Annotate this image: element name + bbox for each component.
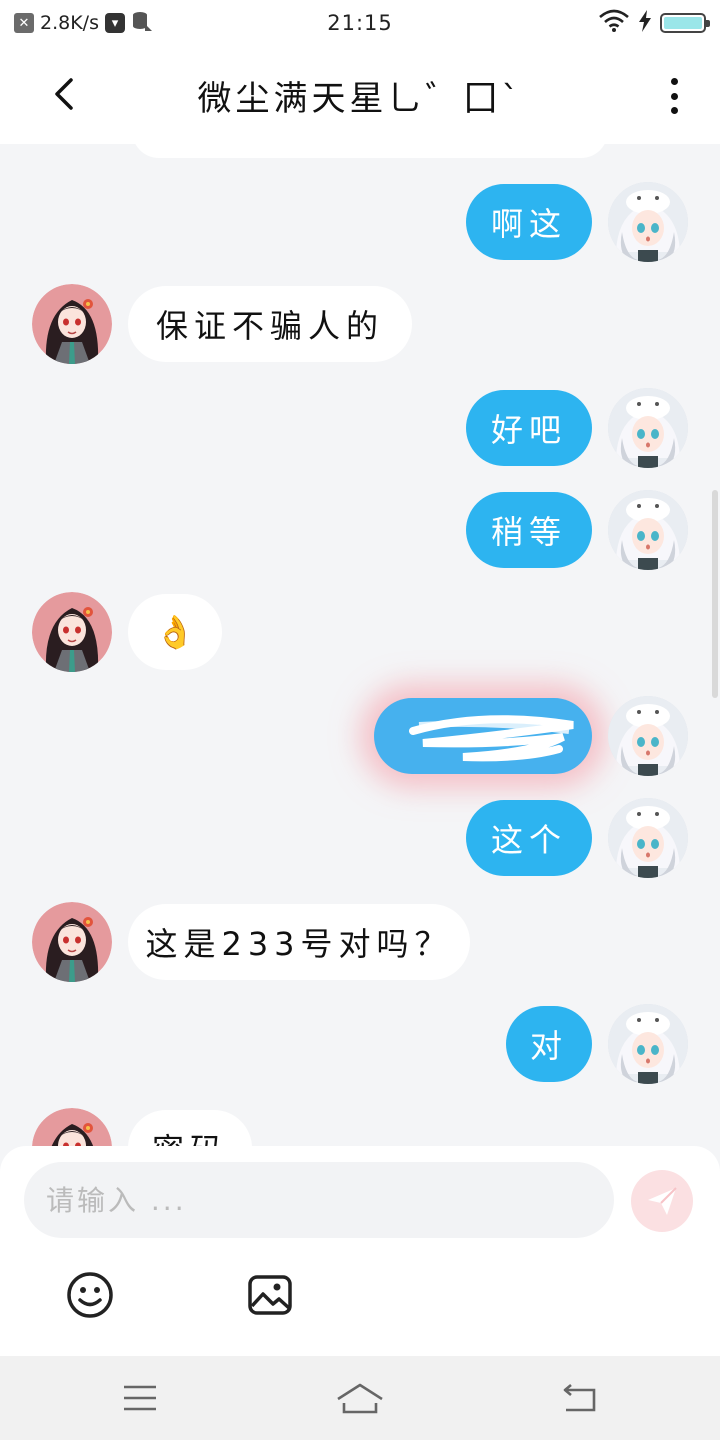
message-row: 保证不骗人的 xyxy=(0,284,720,364)
message-bubble-other[interactable]: 👌 xyxy=(128,594,222,670)
message-bubble-self[interactable]: 稍等 xyxy=(466,492,592,568)
message-row: 👌 xyxy=(0,592,720,672)
send-button[interactable] xyxy=(631,1170,693,1232)
message-text: 稍等 xyxy=(490,513,567,551)
redacted-message-bubble[interactable] xyxy=(374,698,592,774)
message-bubble-other[interactable]: 这是233号对吗？ xyxy=(128,904,470,980)
more-options-button[interactable] xyxy=(656,76,692,116)
image-icon xyxy=(248,1275,292,1315)
wifi-icon xyxy=(598,9,630,38)
more-dot xyxy=(670,107,678,114)
emoji-button[interactable] xyxy=(65,1270,115,1320)
message-notification-icon: ▾ xyxy=(104,13,125,33)
message-input[interactable] xyxy=(24,1162,614,1238)
avatar[interactable] xyxy=(608,388,688,468)
message-text: 这是233号对吗？ xyxy=(145,925,453,963)
back-nav-button[interactable] xyxy=(555,1378,605,1418)
avatar[interactable] xyxy=(32,902,112,982)
previous-message-bubble xyxy=(132,144,608,158)
avatar[interactable] xyxy=(608,490,688,570)
message-row: 啊这 xyxy=(0,182,720,262)
system-nav-bar xyxy=(0,1356,720,1440)
message-text: 啊这 xyxy=(490,205,567,243)
charging-icon xyxy=(638,9,652,37)
message-text: 对 xyxy=(529,1027,568,1065)
message-row: 对 xyxy=(0,1004,720,1084)
status-left: ✕ 2.8K/s ▾ xyxy=(14,10,153,37)
message-text: 保证不骗人的 xyxy=(155,307,384,345)
menu-button[interactable] xyxy=(115,1378,165,1418)
composer xyxy=(0,1146,720,1356)
scribble-redaction xyxy=(409,715,574,762)
avatar[interactable] xyxy=(32,1108,112,1146)
message-bubble-self[interactable]: 这个 xyxy=(466,800,592,876)
message-bubble-self[interactable]: 对 xyxy=(506,1006,592,1082)
message-row: 稍等 xyxy=(0,490,720,570)
avatar[interactable] xyxy=(608,798,688,878)
message-list[interactable]: 啊这 保证不骗人的 好吧 稍等 👌 这个 这是233号对吗？ 对 xyxy=(0,144,720,1146)
message-bubble-self[interactable]: 好吧 xyxy=(466,390,592,466)
close-notification-icon: ✕ xyxy=(14,13,34,33)
message-bubble-self[interactable]: 啊这 xyxy=(466,184,592,260)
back-button[interactable] xyxy=(44,74,84,114)
more-vertical-icon xyxy=(670,78,678,85)
storage-icon xyxy=(131,10,153,37)
ok-hand-emoji: 👌 xyxy=(155,613,195,651)
avatar[interactable] xyxy=(608,182,688,262)
message-row: 这是233号对吗？ xyxy=(0,902,720,982)
message-row xyxy=(0,696,720,776)
chat-title: 微尘满天星乚゛囗` xyxy=(197,78,523,119)
image-button[interactable] xyxy=(245,1270,295,1320)
status-right xyxy=(598,9,710,38)
avatar[interactable] xyxy=(608,696,688,776)
menu-icon xyxy=(124,1385,156,1411)
message-bubble-other[interactable]: 密码 xyxy=(128,1110,252,1146)
message-text: 这个 xyxy=(490,821,567,859)
more-dot xyxy=(670,92,678,100)
send-icon xyxy=(648,1187,677,1215)
chat-header: 微尘满天星乚゛囗` xyxy=(0,46,720,144)
message-row: 这个 xyxy=(0,798,720,878)
scrollbar[interactable] xyxy=(712,490,718,698)
avatar[interactable] xyxy=(32,592,112,672)
message-row: 密码 xyxy=(0,1108,720,1146)
battery-icon xyxy=(660,13,710,33)
back-icon xyxy=(563,1384,596,1412)
message-text: 密码 xyxy=(152,1125,228,1146)
status-bar: ✕ 2.8K/s ▾ 21:15 xyxy=(0,0,720,46)
emoji-icon xyxy=(67,1272,113,1318)
avatar[interactable] xyxy=(608,1004,688,1084)
message-row: 好吧 xyxy=(0,388,720,468)
network-speed: 2.8K/s xyxy=(40,12,99,34)
battery-level xyxy=(664,17,702,29)
message-bubble-other[interactable]: 保证不骗人的 xyxy=(128,286,412,362)
home-button[interactable] xyxy=(335,1378,385,1418)
avatar[interactable] xyxy=(32,284,112,364)
home-icon xyxy=(337,1383,383,1414)
message-text: 好吧 xyxy=(490,411,567,449)
chevron-left-icon xyxy=(55,78,73,110)
